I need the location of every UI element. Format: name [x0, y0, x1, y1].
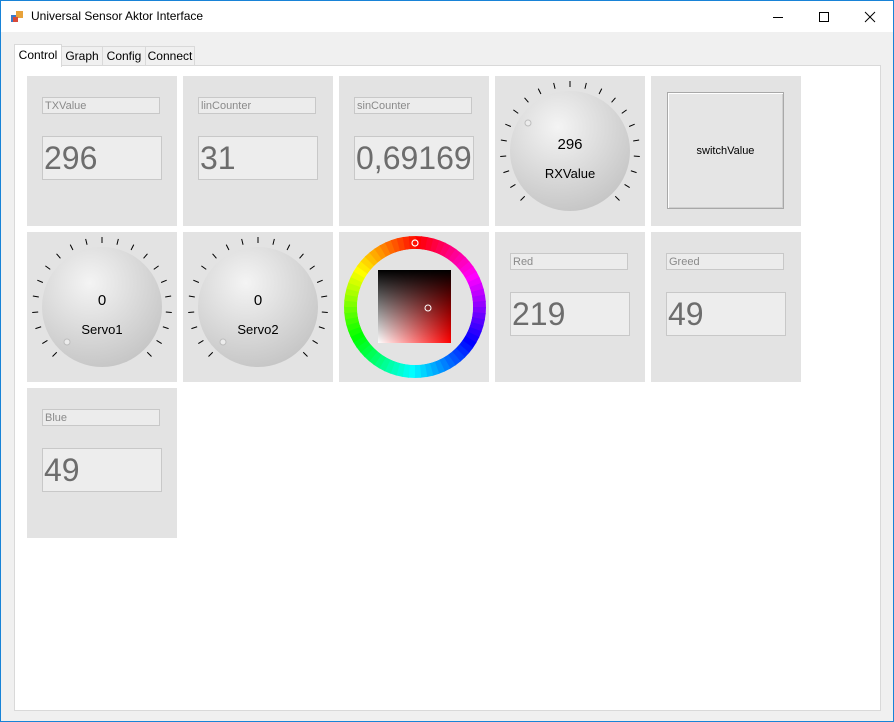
app-icon	[11, 11, 23, 22]
maximize-icon	[819, 11, 829, 22]
tile-lincounter: linCounter 31	[183, 76, 333, 226]
close-button[interactable]	[847, 1, 893, 32]
close-icon	[864, 11, 876, 22]
greed-label: Greed	[666, 253, 784, 270]
app-window: Universal Sensor Aktor Interface Control…	[0, 0, 894, 722]
window-title: Universal Sensor Aktor Interface	[31, 9, 204, 23]
tile-blue: Blue 49	[27, 388, 177, 538]
blue-label: Blue	[42, 409, 160, 426]
blue-display: 49	[42, 448, 162, 492]
knob-indicator-dot	[63, 338, 71, 346]
switch-value-label: switchValue	[696, 144, 755, 157]
sincounter-label: sinCounter	[354, 97, 472, 114]
tab-connect[interactable]: Connect	[145, 46, 195, 66]
tab-control[interactable]: Control	[14, 44, 62, 67]
knob-indicator-dot	[219, 338, 227, 346]
lincounter-label: linCounter	[198, 97, 316, 114]
tile-txvalue: TXValue 296	[27, 76, 177, 226]
servo1-value: 0	[97, 292, 107, 309]
rxvalue-label: RXValue	[544, 166, 596, 181]
control-panel: TXValue 296 linCounter 31 sinCounter 0,6…	[14, 65, 881, 711]
tile-switchvalue: switchValue	[651, 76, 801, 226]
sincounter-display: 0,69169	[354, 136, 474, 180]
tile-rxvalue: 296 RXValue	[495, 76, 645, 226]
lincounter-display: 31	[198, 136, 318, 180]
minimize-icon	[773, 16, 783, 18]
tile-servo1: 0 Servo1	[27, 232, 177, 382]
tile-greed: Greed 49	[651, 232, 801, 382]
knob-indicator-dot	[524, 119, 532, 127]
switch-value-button[interactable]: switchValue	[667, 92, 784, 209]
red-display: 219	[510, 292, 630, 336]
greed-display: 49	[666, 292, 786, 336]
txvalue-label: TXValue	[42, 97, 160, 114]
title-bar[interactable]: Universal Sensor Aktor Interface	[1, 1, 893, 32]
tab-graph[interactable]: Graph	[61, 46, 103, 66]
minimize-button[interactable]	[755, 1, 801, 32]
red-label: Red	[510, 253, 628, 270]
servo2-label: Servo2	[237, 322, 279, 337]
maximize-button[interactable]	[801, 1, 847, 32]
txvalue-display: 296	[42, 136, 162, 180]
tab-config[interactable]: Config	[102, 46, 146, 66]
tile-red: Red 219	[495, 232, 645, 382]
tile-servo2: 0 Servo2	[183, 232, 333, 382]
rxvalue-value: 296	[557, 136, 583, 153]
servo2-value: 0	[253, 292, 263, 309]
tile-color-wheel	[339, 232, 489, 382]
tile-sincounter: sinCounter 0,69169	[339, 76, 489, 226]
servo1-label: Servo1	[81, 322, 123, 337]
color-wheel-picker[interactable]	[339, 232, 489, 382]
